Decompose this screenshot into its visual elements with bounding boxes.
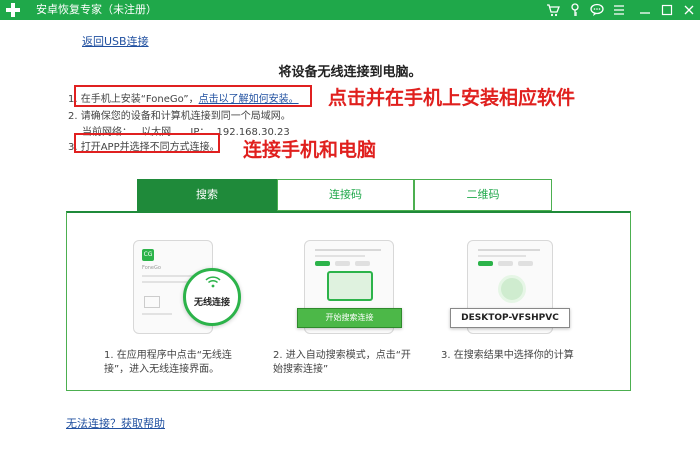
placeholder-line <box>478 249 540 251</box>
caption-step-1: 1. 在应用程序中点击“无线连接”，进入无线连接界面。 <box>104 350 232 375</box>
minimize-icon[interactable] <box>636 1 654 19</box>
wireless-bubble-label: 无线连接 <box>193 298 230 308</box>
title-bar: 安卓恢复专家（未注册） <box>0 0 700 20</box>
annotation-connect: 连接手机和电脑 <box>243 139 377 161</box>
app-name: FoneGo <box>142 265 161 271</box>
step-2: 2. 请确保您的设备和计算机连接到同一个局域网。 <box>68 111 291 122</box>
highlight-box-connect <box>74 133 220 153</box>
wireless-bubble: 无线连接 <box>183 268 241 326</box>
placeholder-line <box>478 255 526 257</box>
search-radar-icon <box>498 275 526 303</box>
caption-step-3: 3. 在搜索结果中选择你的计算 <box>441 350 574 361</box>
mode-chips <box>355 261 370 266</box>
mode-chips <box>335 261 350 266</box>
menu-icon[interactable] <box>610 1 628 19</box>
window-title: 安卓恢复专家（未注册） <box>36 3 157 16</box>
page-title: 将设备无线连接到电脑。 <box>278 65 422 80</box>
back-to-usb-link[interactable]: 返回USB连接 <box>82 33 149 49</box>
placeholder-line <box>142 281 187 283</box>
start-search-button[interactable]: 开始搜索连接 <box>297 308 402 328</box>
placeholder-line <box>315 255 365 257</box>
mode-chips <box>498 261 513 266</box>
maximize-icon[interactable] <box>658 1 676 19</box>
tab-qr-code[interactable]: 二维码 <box>414 179 552 211</box>
connection-help-link[interactable]: 无法连接？获取帮助 <box>66 415 165 431</box>
tab-search[interactable]: 搜索 <box>137 179 277 211</box>
placeholder-line <box>142 275 197 277</box>
close-icon[interactable] <box>680 1 698 19</box>
mode-chips <box>478 261 493 266</box>
usb-icon <box>144 296 160 308</box>
mode-chips <box>518 261 533 266</box>
key-icon[interactable] <box>566 1 584 19</box>
app-logo-icon <box>6 3 20 17</box>
placeholder-line <box>315 249 381 251</box>
app-icon: CG <box>142 249 154 261</box>
wifi-icon <box>205 276 221 288</box>
tab-connect-code[interactable]: 连接码 <box>277 179 414 211</box>
chat-icon[interactable] <box>588 1 606 19</box>
highlight-box-install <box>74 85 312 107</box>
placeholder-line <box>142 313 172 315</box>
mode-chips <box>315 261 330 266</box>
annotation-install: 点击并在手机上安装相应软件 <box>328 87 576 109</box>
monitor-illustration <box>327 271 373 301</box>
device-list-item[interactable]: DESKTOP-VFSHPVC <box>450 308 570 328</box>
caption-step-2: 2. 进入自动搜索模式，点击“开始搜索连接” <box>273 350 411 375</box>
cart-icon[interactable] <box>544 1 562 19</box>
